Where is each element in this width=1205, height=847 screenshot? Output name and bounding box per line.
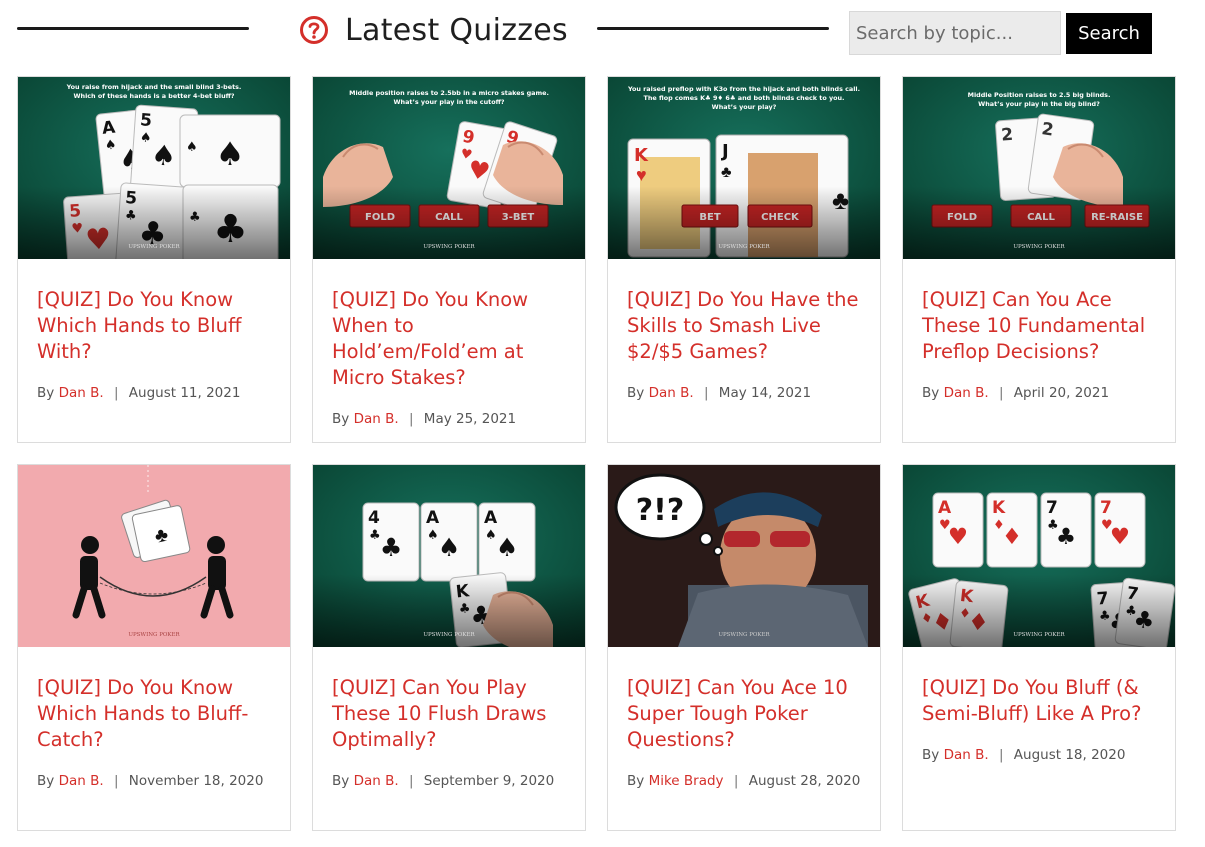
- meta-separator: |: [408, 773, 414, 789]
- quiz-title-link[interactable]: [QUIZ] Do You Know Which Hands to Bluff-…: [37, 675, 273, 753]
- quiz-title-link[interactable]: [QUIZ] Can You Play These 10 Flush Draws…: [332, 675, 568, 753]
- author-link[interactable]: Dan B.: [944, 385, 989, 401]
- post-date: November 18, 2020: [128, 773, 264, 789]
- quiz-thumbnail[interactable]: Middle position raises to 2.5bb in a mic…: [313, 77, 585, 259]
- search-button[interactable]: Search: [1066, 13, 1152, 54]
- meta-separator: |: [998, 385, 1004, 401]
- search-input[interactable]: [849, 11, 1061, 55]
- post-meta: By Dan B. | August 18, 2020: [922, 747, 1162, 763]
- quiz-thumbnail[interactable]: A ♥ ♥ K ♦ ♦ 7 ♣ ♣ 7 ♥ ♥ K ♦ ♦ K ♦ ♦ 7 ♣ …: [903, 465, 1175, 647]
- post-date: August 11, 2021: [128, 385, 241, 401]
- post-date: September 9, 2020: [423, 773, 555, 789]
- svg-text:UPSWING POKER: UPSWING POKER: [718, 632, 770, 638]
- post-meta: By Mike Brady | August 28, 2020: [627, 773, 867, 789]
- author-link[interactable]: Dan B.: [944, 747, 989, 763]
- quiz-thumbnail-image[interactable]: You raise from hijack and the small blin…: [18, 77, 290, 259]
- byline-prefix: By: [922, 385, 940, 401]
- quiz-card[interactable]: A ♥ ♥ K ♦ ♦ 7 ♣ ♣ 7 ♥ ♥ K ♦ ♦ K ♦ ♦ 7 ♣ …: [902, 464, 1176, 831]
- meta-separator: |: [998, 747, 1004, 763]
- author-link[interactable]: Mike Brady: [649, 773, 724, 789]
- quiz-card[interactable]: 4 ♣ ♣ A ♠ ♠ A ♠ ♠ K ♣ ♣ UPSWING POKER [Q…: [312, 464, 586, 831]
- header-divider-left: [17, 27, 249, 30]
- quiz-title-link[interactable]: [QUIZ] Do You Know When to Hold’em/Fold’…: [332, 287, 568, 391]
- quiz-card[interactable]: You raised preflop with K3o from the hij…: [607, 76, 881, 443]
- svg-text:UPSWING POKER: UPSWING POKER: [718, 244, 770, 250]
- quiz-thumbnail[interactable]: You raise from hijack and the small blin…: [18, 77, 290, 259]
- post-date: April 20, 2021: [1013, 385, 1110, 401]
- quiz-card[interactable]: Middle Position raises to 2.5 big blinds…: [902, 76, 1176, 443]
- svg-text:UPSWING POKER: UPSWING POKER: [1013, 244, 1065, 250]
- page-title: Latest Quizzes: [345, 12, 568, 48]
- quiz-title-link[interactable]: [QUIZ] Do You Bluff (& Semi-Bluff) Like …: [922, 675, 1158, 727]
- meta-separator: |: [733, 773, 739, 789]
- quiz-thumbnail-image[interactable]: 4 ♣ ♣ A ♠ ♠ A ♠ ♠ K ♣ ♣ UPSWING POKER: [313, 465, 585, 647]
- post-date: May 25, 2021: [423, 411, 517, 427]
- quiz-thumbnail-image[interactable]: A ♥ ♥ K ♦ ♦ 7 ♣ ♣ 7 ♥ ♥ K ♦ ♦ K ♦ ♦ 7 ♣ …: [903, 465, 1175, 647]
- quiz-card[interactable]: ?!? UPSWING POKER [QUIZ] Can You Ace 10 S…: [607, 464, 881, 831]
- post-meta: By Dan B. | April 20, 2021: [922, 385, 1162, 401]
- quiz-card[interactable]: ♣ UPSWING POKER [QUIZ] Do You Know Which…: [17, 464, 291, 831]
- quiz-card[interactable]: You raise from hijack and the small blin…: [17, 76, 291, 443]
- quiz-thumbnail-image[interactable]: Middle Position raises to 2.5 big blinds…: [903, 77, 1175, 259]
- author-link[interactable]: Dan B.: [649, 385, 694, 401]
- question-circle-icon: [300, 16, 328, 44]
- svg-text:UPSWING POKER: UPSWING POKER: [423, 632, 475, 638]
- meta-separator: |: [703, 385, 709, 401]
- byline-prefix: By: [37, 385, 55, 401]
- svg-text:UPSWING POKER: UPSWING POKER: [1013, 632, 1065, 638]
- header-divider-right: [597, 27, 829, 30]
- svg-text:UPSWING POKER: UPSWING POKER: [128, 244, 180, 250]
- quiz-thumbnail[interactable]: 4 ♣ ♣ A ♠ ♠ A ♠ ♠ K ♣ ♣ UPSWING POKER: [313, 465, 585, 647]
- section-header: Latest Quizzes: [299, 10, 568, 50]
- svg-text:?!?: ?!?: [636, 493, 685, 528]
- author-link[interactable]: Dan B.: [354, 773, 399, 789]
- quiz-card[interactable]: Middle position raises to 2.5bb in a mic…: [312, 76, 586, 443]
- svg-text:UPSWING POKER: UPSWING POKER: [128, 632, 180, 638]
- svg-text:UPSWING POKER: UPSWING POKER: [423, 244, 475, 250]
- author-link[interactable]: Dan B.: [59, 773, 104, 789]
- quiz-thumbnail[interactable]: You raised preflop with K3o from the hij…: [608, 77, 880, 259]
- post-date: August 28, 2020: [748, 773, 861, 789]
- post-meta: By Dan B. | May 14, 2021: [627, 385, 867, 401]
- author-link[interactable]: Dan B.: [59, 385, 104, 401]
- meta-separator: |: [113, 773, 119, 789]
- byline-prefix: By: [627, 385, 645, 401]
- meta-separator: |: [113, 385, 119, 401]
- quiz-thumbnail-image[interactable]: ♣ UPSWING POKER: [18, 465, 290, 647]
- post-meta: By Dan B. | November 18, 2020: [37, 773, 277, 789]
- quiz-title-link[interactable]: [QUIZ] Can You Ace These 10 Fundamental …: [922, 287, 1158, 365]
- quiz-thumbnail[interactable]: ?!? UPSWING POKER: [608, 465, 880, 647]
- post-meta: By Dan B. | September 9, 2020: [332, 773, 572, 789]
- author-link[interactable]: Dan B.: [354, 411, 399, 427]
- byline-prefix: By: [922, 747, 940, 763]
- post-meta: By Dan B. | August 11, 2021: [37, 385, 277, 401]
- byline-prefix: By: [37, 773, 55, 789]
- meta-separator: |: [408, 411, 414, 427]
- quiz-thumbnail-image[interactable]: You raised preflop with K3o from the hij…: [608, 77, 880, 259]
- byline-prefix: By: [332, 773, 350, 789]
- byline-prefix: By: [627, 773, 645, 789]
- post-meta: By Dan B. | May 25, 2021: [332, 411, 572, 427]
- quiz-thumbnail[interactable]: Middle Position raises to 2.5 big blinds…: [903, 77, 1175, 259]
- post-date: May 14, 2021: [718, 385, 812, 401]
- quiz-title-link[interactable]: [QUIZ] Do You Know Which Hands to Bluff …: [37, 287, 273, 365]
- post-date: August 18, 2020: [1013, 747, 1126, 763]
- quiz-thumbnail-image[interactable]: ?!? UPSWING POKER: [608, 465, 880, 647]
- quiz-thumbnail[interactable]: ♣ UPSWING POKER: [18, 465, 290, 647]
- quiz-title-link[interactable]: [QUIZ] Can You Ace 10 Super Tough Poker …: [627, 675, 863, 753]
- quiz-thumbnail-image[interactable]: Middle position raises to 2.5bb in a mic…: [313, 77, 585, 259]
- quiz-title-link[interactable]: [QUIZ] Do You Have the Skills to Smash L…: [627, 287, 863, 365]
- byline-prefix: By: [332, 411, 350, 427]
